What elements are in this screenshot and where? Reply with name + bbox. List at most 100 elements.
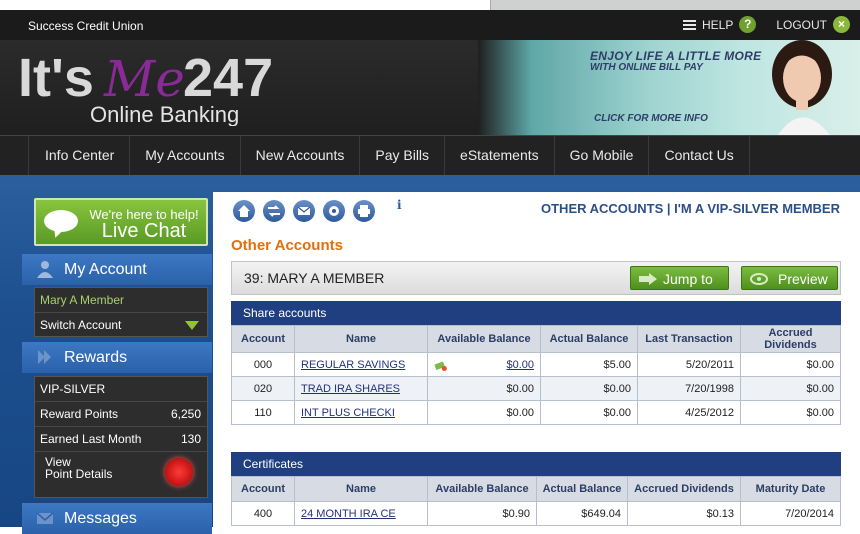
rewards-header[interactable]: Rewards [22, 342, 212, 373]
background-window-fragment [490, 0, 860, 10]
table-header-row: Account Name Available Balance Actual Ba… [231, 325, 841, 353]
col-last-transaction: Last Transaction [637, 325, 741, 353]
rewards-panel: VIP-SILVER Reward Points 6,250 Earned La… [34, 376, 208, 498]
point-details-line: Point Details [45, 467, 113, 481]
logo-247: 247 [183, 48, 273, 108]
table-row: 400 24 MONTH IRA CE $0.90 $649.04 $0.13 … [231, 501, 841, 526]
reward-points-row: Reward Points 6,250 [35, 402, 207, 427]
nav-go-mobile[interactable]: Go Mobile [555, 136, 650, 176]
messages-label: Messages [64, 510, 137, 527]
table-header-row: Account Name Available Balance Actual Ba… [231, 476, 841, 502]
switch-account[interactable]: Switch Account [35, 313, 207, 337]
earned-last-month-value: 130 [180, 432, 201, 446]
banner-cta[interactable]: CLICK FOR MORE INFO [594, 113, 708, 124]
cell-actual: $0.00 [540, 376, 638, 401]
certificates-caption: Certificates [231, 452, 841, 476]
cell-maturity: 7/20/2014 [740, 501, 841, 526]
info-icon[interactable]: i [397, 198, 402, 212]
dropdown-triangle-icon[interactable] [185, 321, 199, 330]
nav-info-center[interactable]: Info Center [28, 136, 131, 176]
nav-contact-us[interactable]: Contact Us [649, 136, 750, 176]
banner-subline: WITH ONLINE BILL PAY [590, 62, 703, 73]
help-icon[interactable]: ? [739, 16, 757, 33]
table-row: 110 INT PLUS CHECKI $0.00 $0.00 4/25/201… [231, 400, 841, 425]
cell-account: 400 [231, 501, 295, 526]
col-name: Name [294, 325, 428, 353]
cell-name: INT PLUS CHECKI [294, 400, 428, 425]
toolbar-icons [233, 200, 375, 222]
share-accounts-table: Share accounts Account Name Available Ba… [231, 301, 841, 425]
top-strip [0, 0, 860, 10]
help-link[interactable]: HELP [702, 18, 733, 32]
account-link[interactable]: INT PLUS CHECKI [301, 407, 395, 419]
main-nav: Info Center My Accounts New Accounts Pay… [0, 135, 860, 176]
col-account: Account [231, 476, 295, 502]
col-available-balance: Available Balance [427, 476, 537, 502]
reward-points-value: 6,250 [170, 407, 201, 421]
view-point-details[interactable]: View Point Details [35, 452, 207, 498]
my-account-panel: Mary A Member Switch Account [34, 287, 208, 337]
print-icon[interactable] [353, 200, 375, 222]
reward-points-label: Reward Points [40, 407, 119, 421]
logo-subtitle: Online Banking [90, 102, 239, 126]
cell-last-transaction: 4/25/2012 [637, 400, 741, 425]
account-link[interactable]: 24 MONTH IRA CE [301, 508, 396, 520]
nav-my-accounts[interactable]: My Accounts [130, 136, 241, 176]
col-maturity-date: Maturity Date [740, 476, 841, 502]
certificates-table: Certificates Account Name Available Bala… [231, 452, 841, 526]
money-icon[interactable] [434, 360, 448, 371]
sidebar: We're here to help! Live Chat My Account… [22, 192, 212, 534]
cell-name: TRAD IRA SHARES [294, 376, 428, 401]
cell-actual: $5.00 [540, 352, 638, 377]
credit-union-name: Success Credit Union [28, 19, 144, 33]
mail-icon[interactable] [293, 200, 315, 222]
view-points-button[interactable] [165, 458, 193, 486]
table-row: 020 TRAD IRA SHARES $0.00 $0.00 7/20/199… [231, 376, 841, 401]
cell-actual: $649.04 [536, 501, 628, 526]
rewards-label: Rewards [64, 349, 128, 366]
account-link[interactable]: TRAD IRA SHARES [301, 383, 400, 395]
cell-last-transaction: 5/20/2011 [637, 352, 741, 377]
col-name: Name [294, 476, 428, 502]
account-link[interactable]: REGULAR SAVINGS [301, 359, 405, 371]
col-accrued-dividends: Accrued Dividends [627, 476, 741, 502]
member-name: Mary A Member [35, 288, 207, 313]
col-actual-balance: Actual Balance [540, 325, 638, 353]
logo-me: Me [103, 50, 185, 108]
jump-to-button[interactable]: Jump to [630, 266, 729, 290]
preview-button[interactable]: Preview [741, 266, 838, 290]
nav-estatements[interactable]: eStatements [445, 136, 555, 176]
col-account: Account [231, 325, 295, 353]
chat-bubble-icon [44, 210, 78, 232]
top-bar: Success Credit Union HELP ? LOGOUT × [0, 10, 860, 40]
bill-pay-banner[interactable]: ENJOY LIFE A LITTLE MORE WITH ONLINE BIL… [478, 40, 860, 135]
my-account-label: My Account [64, 261, 147, 278]
live-chat-label: Live Chat [101, 220, 187, 242]
banner-woman-illustration [772, 40, 832, 135]
menu-icon[interactable] [682, 19, 696, 30]
transfer-icon[interactable] [263, 200, 285, 222]
messages-header[interactable]: Messages [22, 503, 212, 534]
settings-icon[interactable] [323, 200, 345, 222]
itsme247-logo[interactable]: It's Me 247 Online Banking [18, 46, 278, 126]
nav-pay-bills[interactable]: Pay Bills [360, 136, 446, 176]
col-accrued-dividends: Accrued Dividends [740, 325, 841, 353]
preview-label: Preview [778, 271, 828, 287]
live-chat-button[interactable]: We're here to help! Live Chat [34, 198, 208, 246]
logo-its: It's [18, 48, 94, 108]
user-icon [37, 261, 53, 278]
page-context-header: OTHER ACCOUNTS | I'M A VIP-SILVER MEMBER [541, 201, 840, 216]
nav-new-accounts[interactable]: New Accounts [241, 136, 361, 176]
logout-link[interactable]: LOGOUT [776, 18, 827, 32]
cell-name: 24 MONTH IRA CE [294, 501, 428, 526]
member-line: 39: MARY A MEMBER [244, 270, 385, 286]
cell-account: 110 [231, 400, 295, 425]
cell-accrued: $0.00 [740, 352, 841, 377]
switch-account-label: Switch Account [40, 318, 122, 332]
available-link[interactable]: $0.00 [506, 359, 534, 371]
logout-icon[interactable]: × [833, 16, 850, 33]
my-account-header[interactable]: My Account [22, 254, 212, 285]
banner-headline: ENJOY LIFE A LITTLE MORE [590, 49, 762, 63]
cell-available: $0.00 [427, 376, 541, 401]
home-icon[interactable] [233, 200, 255, 222]
